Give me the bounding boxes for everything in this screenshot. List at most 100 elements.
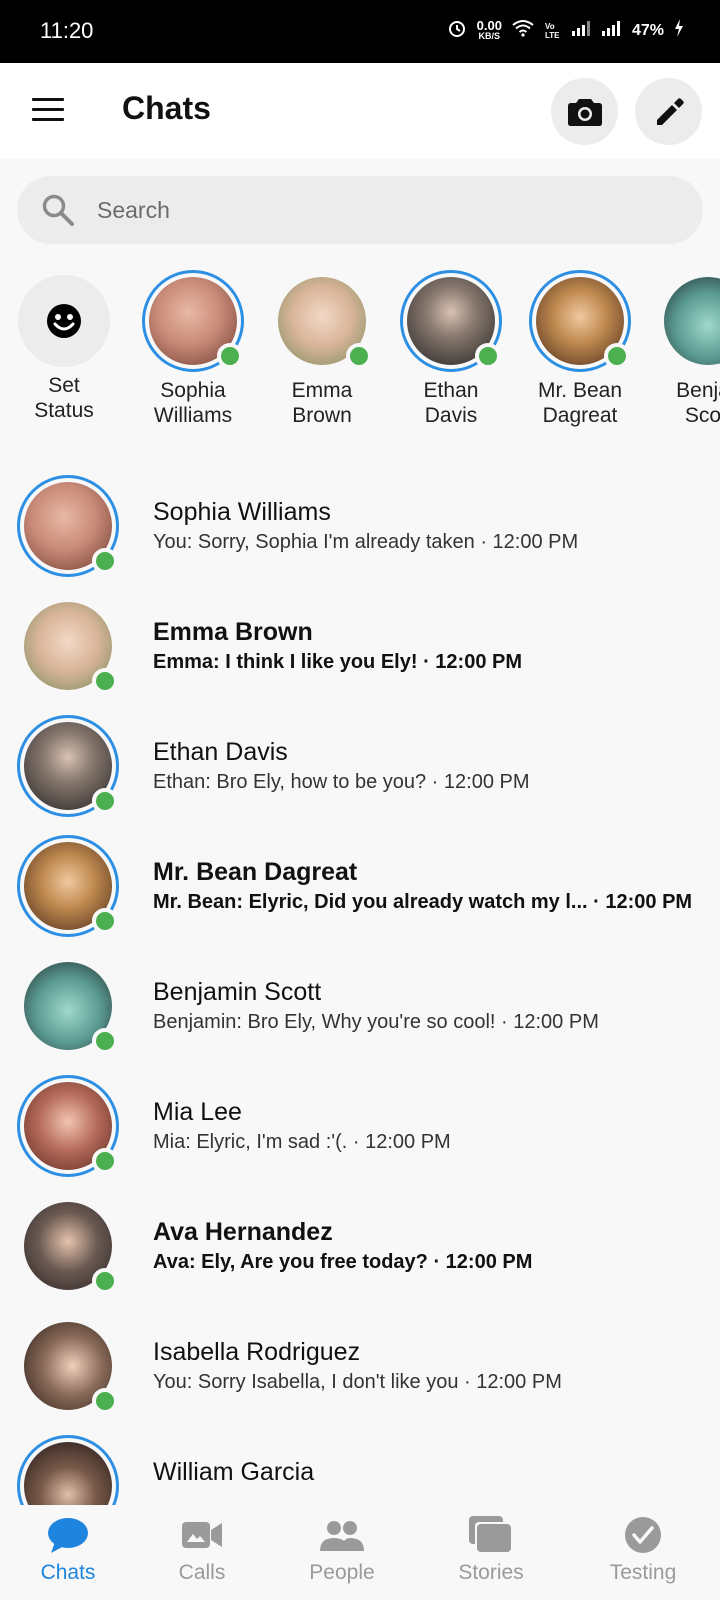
story-ring <box>400 270 502 372</box>
status-icons: 0.00 KB/S Vo LTE 47% <box>447 18 684 43</box>
chat-name: Mr. Bean Dagreat <box>153 858 358 886</box>
nav-tab-calls[interactable]: Calls <box>137 1505 267 1600</box>
story-label-line1: Sophia <box>160 379 226 402</box>
online-indicator <box>92 1388 118 1414</box>
app-header: Chats <box>0 63 720 159</box>
avatar-ring <box>17 1075 119 1177</box>
story-label-line1: Emma <box>291 379 353 402</box>
story-emma-brown[interactable]: Emma Brown <box>257 270 387 428</box>
chat-preview: Emma: I think I like you Ely! · 12:00 PM <box>153 651 522 673</box>
online-indicator <box>604 343 630 369</box>
chat-item-william-garcia[interactable]: William Garcia <box>0 1425 720 1505</box>
video-camera-icon <box>182 1515 222 1555</box>
chat-item-mr-bean-dagreat[interactable]: Mr. Bean Dagreat Mr. Bean: Elyric, Did y… <box>0 825 720 947</box>
online-indicator <box>92 548 118 574</box>
battery-charging-icon <box>674 19 684 42</box>
nav-tab-chats[interactable]: Chats <box>3 1505 133 1600</box>
story-ring <box>142 270 244 372</box>
people-icon <box>320 1515 364 1555</box>
chat-preview: Benjamin: Bro Ely, Why you're so cool! ·… <box>153 1011 599 1033</box>
stories-row: Set Status Sophia Williams Emma Brown Et… <box>0 270 720 440</box>
chat-name: Benjamin Scott <box>153 978 322 1006</box>
chat-name: Sophia Williams <box>153 498 331 526</box>
search-icon <box>42 194 74 226</box>
page-title: Chats <box>122 90 211 126</box>
compose-button[interactable] <box>635 78 702 145</box>
set-status-story[interactable]: Set Status <box>0 270 129 423</box>
camera-icon <box>567 98 602 126</box>
chat-item-mia-lee[interactable]: Mia Lee Mia: Elyric, I'm sad :'(. · 12:0… <box>0 1065 720 1187</box>
story-label: Mr. Bean Dagreat <box>538 378 622 428</box>
wifi-icon <box>512 19 534 42</box>
nav-label: Chats <box>40 1561 96 1584</box>
bottom-nav: Chats Calls People Stories Testing <box>0 1505 720 1600</box>
chat-name: Ava Hernandez <box>153 1218 333 1246</box>
story-sophia-williams[interactable]: Sophia Williams <box>128 270 258 428</box>
avatar-ring <box>17 1195 119 1297</box>
svg-text:LTE: LTE <box>545 31 560 39</box>
chat-name: Ethan Davis <box>153 738 288 766</box>
nav-label: Stories <box>458 1561 524 1584</box>
story-label: Emma Brown <box>292 378 353 428</box>
chat-name: William Garcia <box>153 1458 315 1486</box>
avatar-ring <box>17 715 119 817</box>
story-ring <box>271 270 373 372</box>
camera-button[interactable] <box>551 78 618 145</box>
nav-tab-stories[interactable]: Stories <box>426 1505 556 1600</box>
story-label-line2: Sco <box>684 404 720 427</box>
battery-level: 47% <box>631 21 664 39</box>
nav-label: Testing <box>609 1561 677 1584</box>
chat-bubble-icon <box>47 1515 89 1555</box>
search-input[interactable] <box>97 196 657 224</box>
chat-item-benjamin-scott[interactable]: Benjamin Scott Benjamin: Bro Ely, Why yo… <box>0 945 720 1067</box>
smiley-icon <box>47 304 81 338</box>
pencil-icon <box>656 97 684 125</box>
avatar-ring <box>17 595 119 697</box>
chat-preview: Ava: Ely, Are you free today? · 12:00 PM <box>153 1251 533 1273</box>
signal-icon <box>571 20 592 41</box>
chat-item-ethan-davis[interactable]: Ethan Davis Ethan: Bro Ely, how to be yo… <box>0 705 720 827</box>
hamburger-menu-icon[interactable] <box>32 98 64 124</box>
story-label-line1: Ethan <box>423 379 479 402</box>
avatar-ring <box>17 955 119 1057</box>
chat-preview: Mr. Bean: Elyric, Did you already watch … <box>153 891 693 913</box>
story-benjamin-scott[interactable]: Benja Sco <box>643 270 720 428</box>
story-ring <box>657 270 720 372</box>
nav-label: People <box>309 1561 375 1584</box>
chat-name: Mia Lee <box>153 1098 242 1126</box>
net-speed-unit: KB/S <box>478 30 501 41</box>
online-indicator <box>92 1268 118 1294</box>
story-label: Set Status <box>34 373 94 423</box>
story-label: Ethan Davis <box>424 378 479 428</box>
avatar-ring <box>17 1315 119 1417</box>
chat-item-ava-hernandez[interactable]: Ava Hernandez Ava: Ely, Are you free tod… <box>0 1185 720 1307</box>
story-label-line2: Dagreat <box>542 404 618 427</box>
online-indicator <box>92 788 118 814</box>
alarm-icon <box>447 18 467 43</box>
chat-preview: You: Sorry Isabella, I don't like you · … <box>153 1371 562 1393</box>
search-bar[interactable] <box>17 176 703 244</box>
volte-icon: Vo LTE <box>544 21 562 41</box>
chat-preview: Mia: Elyric, I'm sad :'(. · 12:00 PM <box>153 1131 451 1153</box>
avatar-ring <box>17 475 119 577</box>
chat-name: Emma Brown <box>153 618 313 646</box>
nav-tab-people[interactable]: People <box>277 1505 407 1600</box>
net-speed: 0.00 KB/S <box>476 17 502 42</box>
story-label-line2: Status <box>34 399 94 422</box>
chat-item-isabella-rodriguez[interactable]: Isabella Rodriguez You: Sorry Isabella, … <box>0 1305 720 1427</box>
net-speed-value: 0.00 <box>476 17 502 33</box>
avatar <box>24 1442 112 1505</box>
story-mr-bean-dagreat[interactable]: Mr. Bean Dagreat <box>515 270 645 428</box>
story-label-line1: Mr. Bean <box>537 379 623 402</box>
chat-item-sophia-williams[interactable]: Sophia Williams You: Sorry, Sophia I'm a… <box>0 465 720 587</box>
online-indicator <box>92 668 118 694</box>
story-label-line2: Brown <box>292 404 352 427</box>
signal-icon <box>601 20 622 41</box>
chat-item-emma-brown[interactable]: Emma Brown Emma: I think I like you Ely!… <box>0 585 720 707</box>
avatar-ring <box>17 1435 119 1505</box>
set-status-avatar[interactable] <box>18 275 110 367</box>
chat-list: Sophia Williams You: Sorry, Sophia I'm a… <box>0 465 720 1505</box>
chat-name: Isabella Rodriguez <box>153 1338 361 1366</box>
story-ethan-davis[interactable]: Ethan Davis <box>386 270 516 428</box>
nav-tab-testing[interactable]: Testing <box>578 1505 708 1600</box>
